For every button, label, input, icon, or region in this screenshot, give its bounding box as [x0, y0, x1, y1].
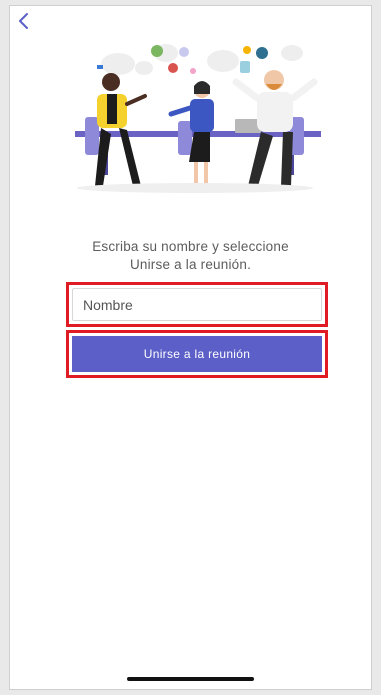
emoji-icon: [243, 46, 251, 54]
app-screen: Escriba su nombre y seleccione Unirse a …: [9, 5, 372, 690]
instructions-line-1: Escriba su nombre y seleccione: [92, 239, 289, 254]
like-icon: [179, 47, 189, 57]
instructions-line-2: Unirse a la reunión.: [129, 257, 252, 272]
name-field-highlight: [66, 282, 328, 327]
join-button-highlight: Unirse a la reunión: [66, 330, 328, 378]
join-meeting-button[interactable]: Unirse a la reunión: [72, 336, 322, 372]
speech-bubble-icon: [281, 45, 303, 61]
home-indicator[interactable]: [127, 677, 254, 681]
document-icon: [240, 61, 250, 73]
chevron-left-icon: [19, 13, 28, 29]
avatar-icon: [168, 63, 178, 73]
emoji-icon: [190, 68, 196, 74]
name-input[interactable]: [72, 288, 322, 321]
back-button[interactable]: [12, 9, 36, 33]
meeting-illustration: [75, 44, 321, 193]
speech-bubble-icon: [207, 50, 239, 72]
speech-bubble-icon: [101, 53, 135, 75]
avatar-icon: [151, 45, 163, 57]
instructions-text: Escriba su nombre y seleccione Unirse a …: [30, 238, 351, 274]
avatar-icon: [256, 47, 268, 59]
video-icon: [97, 65, 103, 69]
speech-bubble-icon: [135, 61, 153, 75]
